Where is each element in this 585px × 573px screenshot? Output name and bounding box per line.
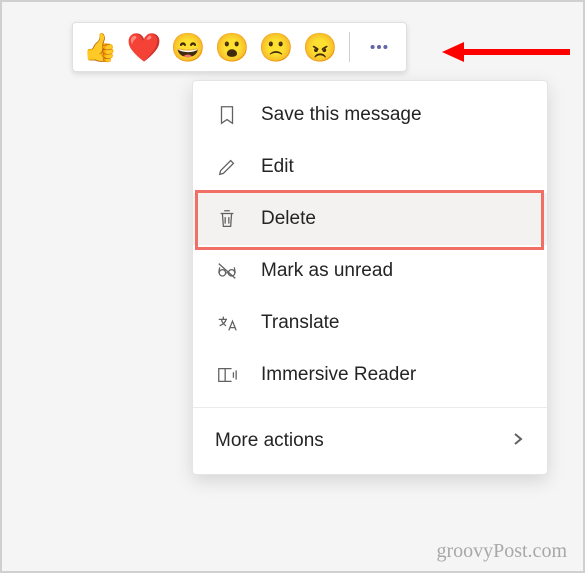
more-options-button[interactable] <box>362 30 396 64</box>
menu-item-delete[interactable]: Delete <box>193 193 547 245</box>
menu-item-label: Delete <box>261 208 316 230</box>
menu-item-translate[interactable]: Translate <box>193 297 547 349</box>
arrow-annotation <box>442 38 572 66</box>
menu-item-label: Save this message <box>261 104 422 126</box>
reaction-heart[interactable]: ❤️ <box>127 30 161 64</box>
translate-icon <box>215 311 239 335</box>
chevron-right-icon <box>511 430 525 452</box>
reaction-surprised[interactable]: 😮 <box>215 30 249 64</box>
context-menu: Save this message Edit Delete Mark as un… <box>192 80 548 475</box>
ellipsis-icon <box>368 36 390 58</box>
reaction-sad[interactable]: 🙁 <box>259 30 293 64</box>
glasses-off-icon <box>215 259 239 283</box>
trash-icon <box>215 207 239 231</box>
reaction-thumbs-up[interactable]: 👍 <box>83 30 117 64</box>
reader-icon <box>215 363 239 387</box>
reaction-bar: 👍 ❤️ 😄 😮 🙁 😠 <box>72 22 407 72</box>
menu-item-label: Immersive Reader <box>261 364 416 386</box>
menu-item-immersive-reader[interactable]: Immersive Reader <box>193 349 547 401</box>
menu-item-label: Edit <box>261 156 294 178</box>
menu-item-more-actions[interactable]: More actions <box>193 414 547 466</box>
reaction-laugh[interactable]: 😄 <box>171 30 205 64</box>
menu-item-save[interactable]: Save this message <box>193 89 547 141</box>
menu-separator <box>193 407 547 408</box>
reaction-divider <box>349 32 350 62</box>
menu-item-edit[interactable]: Edit <box>193 141 547 193</box>
pencil-icon <box>215 155 239 179</box>
reaction-angry[interactable]: 😠 <box>303 30 337 64</box>
menu-item-mark-unread[interactable]: Mark as unread <box>193 245 547 297</box>
watermark: groovyPost.com <box>436 540 567 563</box>
bookmark-icon <box>215 103 239 127</box>
menu-item-label: Mark as unread <box>261 260 393 282</box>
menu-item-label: More actions <box>215 430 324 452</box>
menu-item-label: Translate <box>261 312 340 334</box>
